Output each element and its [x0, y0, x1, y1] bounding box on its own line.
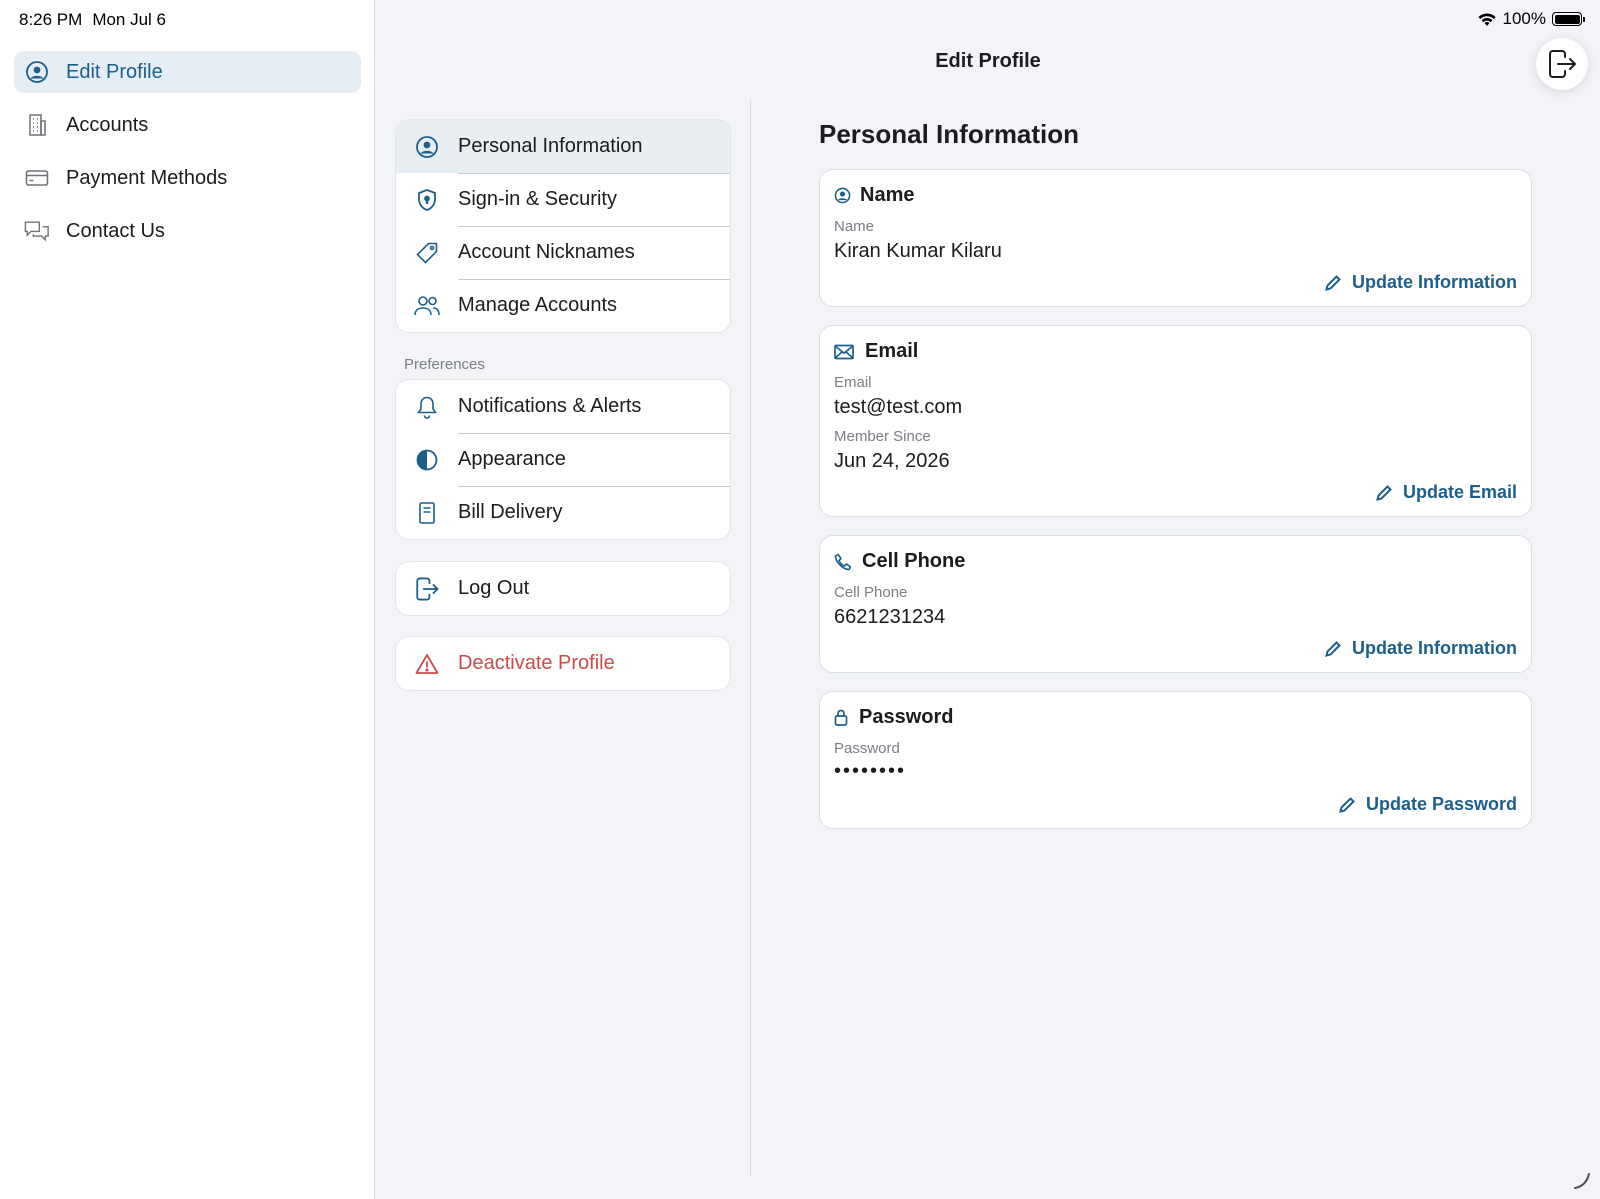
- bell-icon: [396, 395, 458, 419]
- email-card-heading: Email: [834, 340, 918, 363]
- menu-item-label: Bill Delivery: [458, 501, 563, 523]
- email-card: Email Email test@test.com Member Since J…: [819, 325, 1532, 517]
- name-card: Name Name Kiran Kumar Kilaru Update Info…: [819, 169, 1532, 307]
- menu-item-personal-information[interactable]: Personal Information: [396, 120, 730, 173]
- menu-item-deactivate-profile[interactable]: Deactivate Profile: [396, 637, 730, 690]
- member-since-value: Jun 24, 2026: [834, 450, 950, 472]
- column-divider: [750, 100, 751, 1176]
- action-label: Update Information: [1352, 272, 1517, 292]
- preferences-section-label: Preferences: [404, 356, 485, 373]
- menu-item-label: Sign-in & Security: [458, 188, 617, 210]
- person-circle-icon: [396, 135, 458, 159]
- name-field-label: Name: [834, 218, 875, 235]
- menu-item-account-nicknames[interactable]: Account Nicknames: [396, 226, 730, 279]
- menu-item-bill-delivery[interactable]: Bill Delivery: [396, 486, 730, 539]
- logout-icon: [1549, 50, 1576, 78]
- menu-item-manage-accounts[interactable]: Manage Accounts: [396, 279, 730, 332]
- chat-bubbles-icon: [24, 218, 50, 244]
- pencil-icon: [1325, 274, 1341, 291]
- warning-icon: [396, 653, 458, 675]
- status-bar: 8:26 PM Mon Jul 6 100%: [0, 0, 1600, 38]
- status-indicators: 100%: [1477, 9, 1585, 29]
- sidebar-item-label: Edit Profile: [66, 60, 163, 83]
- battery-percent: 100%: [1502, 9, 1546, 28]
- phone-icon: [834, 553, 862, 571]
- pencil-icon: [1339, 796, 1355, 813]
- person-circle-icon: [24, 59, 50, 85]
- people-icon: [396, 295, 458, 317]
- sidebar-item-accounts[interactable]: Accounts: [14, 104, 361, 146]
- sidebar-item-edit-profile[interactable]: Edit Profile: [14, 51, 361, 93]
- email-field-label: Email: [834, 374, 872, 391]
- tag-icon: [396, 241, 458, 265]
- logout-icon: [396, 576, 458, 602]
- name-card-heading: Name: [834, 184, 914, 207]
- status-date: Mon Jul 6: [92, 10, 167, 29]
- action-label: Update Information: [1352, 638, 1517, 658]
- menu-item-notifications-alerts[interactable]: Notifications & Alerts: [396, 380, 730, 433]
- menu-item-label: Personal Information: [458, 135, 643, 157]
- update-information-button[interactable]: Update Information: [1324, 638, 1517, 659]
- menu-item-label: Notifications & Alerts: [458, 395, 642, 417]
- sidebar-item-label: Contact Us: [66, 219, 165, 242]
- card-heading-text: Name: [860, 184, 915, 206]
- contrast-icon: [396, 448, 458, 472]
- password-card-heading: Password: [834, 706, 953, 729]
- update-email-button[interactable]: Update Email: [1375, 482, 1517, 503]
- cell-phone-value: 6621231234: [834, 606, 946, 628]
- content-title: Personal Information: [819, 119, 1080, 149]
- menu-item-log-out[interactable]: Log Out: [396, 562, 730, 615]
- card-heading-text: Cell Phone: [862, 550, 966, 572]
- menu-item-label: Deactivate Profile: [458, 652, 615, 674]
- cell-phone-field-label: Cell Phone: [834, 584, 908, 601]
- pencil-icon: [1376, 484, 1392, 501]
- password-value: ••••••••: [834, 760, 907, 782]
- logout-button[interactable]: [1536, 38, 1588, 90]
- pencil-icon: [1325, 640, 1341, 657]
- account-menu-group: Personal Information Sign-in & Security …: [395, 119, 731, 333]
- wifi-icon: [1478, 12, 1496, 26]
- status-time: 8:26 PM Mon Jul 6: [19, 10, 166, 30]
- battery-icon: [1552, 12, 1585, 26]
- action-label: Update Password: [1365, 794, 1517, 814]
- name-value: Kiran Kumar Kilaru: [834, 240, 1002, 262]
- menu-item-label: Appearance: [458, 448, 566, 470]
- card-heading-text: Email: [865, 340, 919, 362]
- envelope-icon: [834, 344, 865, 360]
- credit-card-icon: [24, 165, 50, 191]
- member-since-label: Member Since: [834, 428, 931, 445]
- update-password-button[interactable]: Update Password: [1338, 794, 1517, 815]
- shield-icon: [396, 188, 458, 212]
- logout-group: Log Out: [395, 561, 731, 616]
- cell-phone-card-heading: Cell Phone: [834, 550, 965, 573]
- person-circle-icon: [834, 187, 860, 204]
- resize-handle-icon: [1574, 1173, 1590, 1189]
- update-information-button[interactable]: Update Information: [1324, 272, 1517, 293]
- lock-icon: [834, 709, 859, 726]
- building-icon: [24, 112, 50, 138]
- action-label: Update Email: [1402, 482, 1517, 502]
- sidebar-item-contact-us[interactable]: Contact Us: [14, 210, 361, 252]
- document-icon: [396, 501, 458, 525]
- password-card: Password Password •••••••• Update Passwo…: [819, 691, 1532, 829]
- menu-item-label: Manage Accounts: [458, 294, 617, 316]
- page-title: Edit Profile: [935, 50, 1041, 72]
- password-field-label: Password: [834, 740, 900, 757]
- menu-item-sign-in-security[interactable]: Sign-in & Security: [396, 173, 730, 226]
- email-value: test@test.com: [834, 396, 963, 418]
- status-clock: 8:26 PM: [19, 10, 83, 29]
- sidebar-item-payment-methods[interactable]: Payment Methods: [14, 157, 361, 199]
- deactivate-group: Deactivate Profile: [395, 636, 731, 691]
- card-heading-text: Password: [859, 706, 954, 728]
- menu-item-appearance[interactable]: Appearance: [396, 433, 730, 486]
- sidebar-item-label: Payment Methods: [66, 166, 228, 189]
- preferences-menu-group: Notifications & Alerts Appearance Bill D…: [395, 379, 731, 540]
- sidebar: Edit Profile Accounts Payment Methods Co…: [0, 0, 375, 1199]
- menu-item-label: Account Nicknames: [458, 241, 635, 263]
- sidebar-list: Edit Profile Accounts Payment Methods Co…: [14, 51, 361, 263]
- menu-item-label: Log Out: [458, 577, 530, 599]
- cell-phone-card: Cell Phone Cell Phone 6621231234 Update …: [819, 535, 1532, 673]
- sidebar-item-label: Accounts: [66, 113, 149, 136]
